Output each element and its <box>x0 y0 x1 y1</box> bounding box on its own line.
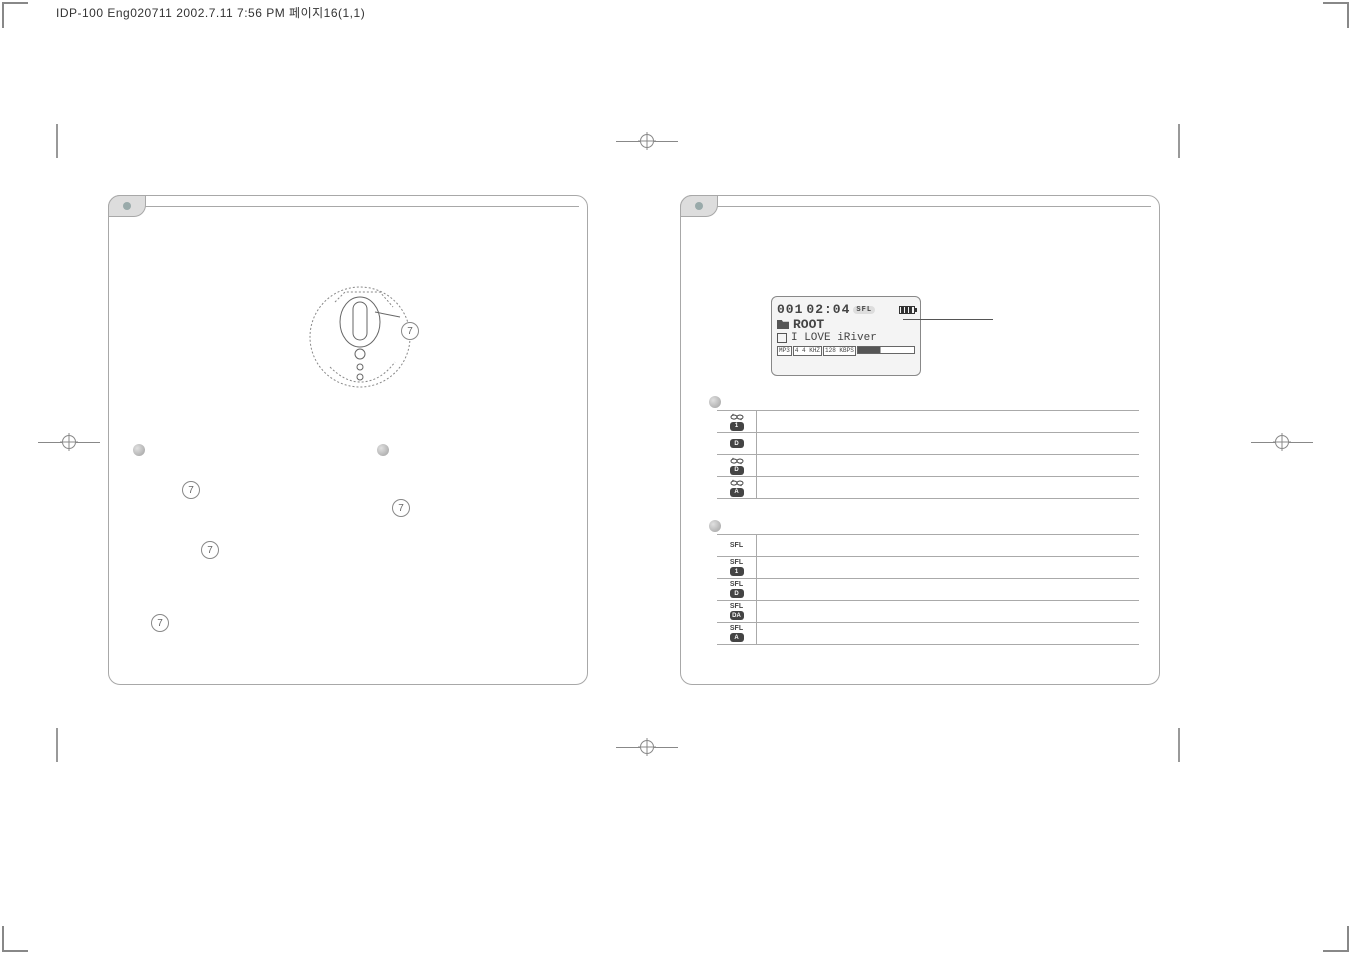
crop-mark-icon <box>2 926 28 952</box>
callout-circle-7: 7 <box>401 322 419 340</box>
page-tab-icon <box>108 195 146 217</box>
sfl-label: SFL <box>730 542 743 549</box>
music-note-icon <box>777 333 787 343</box>
mode-icon-cell: D <box>717 455 757 476</box>
lcd-mode-badge: SFL <box>853 306 875 314</box>
lcd-screen: 001 02:04 SFL ROOT I LOVE iRiver MP3 4 4… <box>771 296 921 376</box>
page-tab-icon <box>680 195 718 217</box>
mode-icon-cell: 1 <box>717 411 757 432</box>
mode-icon-cell: SFL1 <box>717 557 757 578</box>
mode-description <box>757 610 1139 614</box>
mode-chip: D <box>730 466 744 475</box>
mode-description <box>757 486 1139 490</box>
device-illustration <box>305 282 415 392</box>
registration-mark-icon <box>616 740 678 754</box>
mode-chip: DA <box>730 611 744 620</box>
mode-icon-cell: D <box>717 433 757 454</box>
mode-description <box>757 566 1139 570</box>
battery-icon <box>899 306 915 314</box>
mode-icon-cell: A <box>717 477 757 498</box>
table-row: SFLDA <box>717 601 1139 623</box>
tick-mark <box>56 124 58 158</box>
sfl-label: SFL <box>730 603 743 610</box>
callout-circle-7: 7 <box>151 614 169 632</box>
table-row: SFLA <box>717 623 1139 645</box>
mode-description <box>757 420 1139 424</box>
divider <box>145 206 579 207</box>
table-row: D <box>717 455 1139 477</box>
sfl-label: SFL <box>730 581 743 588</box>
registration-mark-icon <box>616 134 678 148</box>
folder-icon <box>777 320 789 329</box>
lcd-khz-tag: 4 4 KHZ <box>793 346 822 356</box>
sfl-label: SFL <box>730 559 743 566</box>
repeat-loop-icon <box>729 413 745 421</box>
table-row: D <box>717 433 1139 455</box>
table-row: SFL1 <box>717 557 1139 579</box>
bullet-icon <box>709 520 721 532</box>
mode-chip: D <box>730 439 744 448</box>
shuffle-mode-table: SFLSFL1SFLDSFLDASFLA <box>717 534 1139 645</box>
bullet-icon <box>709 396 721 408</box>
tick-mark <box>1178 728 1180 762</box>
bullet-icon <box>133 444 145 456</box>
lcd-song-title: I LOVE iRiver <box>791 332 877 344</box>
table-row: SFL <box>717 535 1139 557</box>
repeat-loop-icon <box>729 479 745 487</box>
callout-circle-7: 7 <box>201 541 219 559</box>
registration-mark-icon <box>1251 435 1313 449</box>
manual-page-right: 001 02:04 SFL ROOT I LOVE iRiver MP3 4 4… <box>680 195 1160 685</box>
mode-chip: A <box>730 633 744 642</box>
mode-chip: 1 <box>730 422 744 431</box>
lcd-elapsed-time: 02:04 <box>806 302 850 317</box>
callout-circle-7: 7 <box>392 499 410 517</box>
crop-mark-icon <box>2 2 28 28</box>
registration-mark-icon <box>38 435 100 449</box>
mode-icon-cell: SFLD <box>717 579 757 600</box>
mode-icon-cell: SFL <box>717 535 757 556</box>
repeat-mode-table: 1 D D A <box>717 410 1139 499</box>
table-row: SFLD <box>717 579 1139 601</box>
mode-description <box>757 442 1139 446</box>
callout-circle-7: 7 <box>182 481 200 499</box>
prepress-header: IDP-100 Eng020711 2002.7.11 7:56 PM 페이지1… <box>56 4 365 21</box>
lcd-kbps-tag: 128 KBPS <box>823 346 856 356</box>
lcd-folder-name: ROOT <box>793 317 824 332</box>
repeat-loop-icon <box>729 457 745 465</box>
mode-chip: D <box>730 589 744 598</box>
tick-mark <box>56 728 58 762</box>
table-row: 1 <box>717 411 1139 433</box>
crop-mark-icon <box>1323 2 1349 28</box>
lcd-track-number: 001 <box>777 302 803 317</box>
crop-mark-icon <box>1323 926 1349 952</box>
mode-description <box>757 632 1139 636</box>
lcd-codec-tag: MP3 <box>777 346 792 356</box>
manual-page-left: 7 7 7 7 7 <box>108 195 588 685</box>
bullet-icon <box>377 444 389 456</box>
mode-chip: 1 <box>730 567 744 576</box>
progress-bar-icon <box>857 346 915 354</box>
sfl-label: SFL <box>730 625 743 632</box>
tick-mark <box>1178 124 1180 158</box>
mode-icon-cell: SFLA <box>717 623 757 644</box>
leader-line <box>903 311 904 312</box>
mode-description <box>757 544 1139 548</box>
divider <box>717 206 1151 207</box>
mode-icon-cell: SFLDA <box>717 601 757 622</box>
table-row: A <box>717 477 1139 499</box>
mode-description <box>757 464 1139 468</box>
mode-chip: A <box>730 488 744 497</box>
mode-description <box>757 588 1139 592</box>
